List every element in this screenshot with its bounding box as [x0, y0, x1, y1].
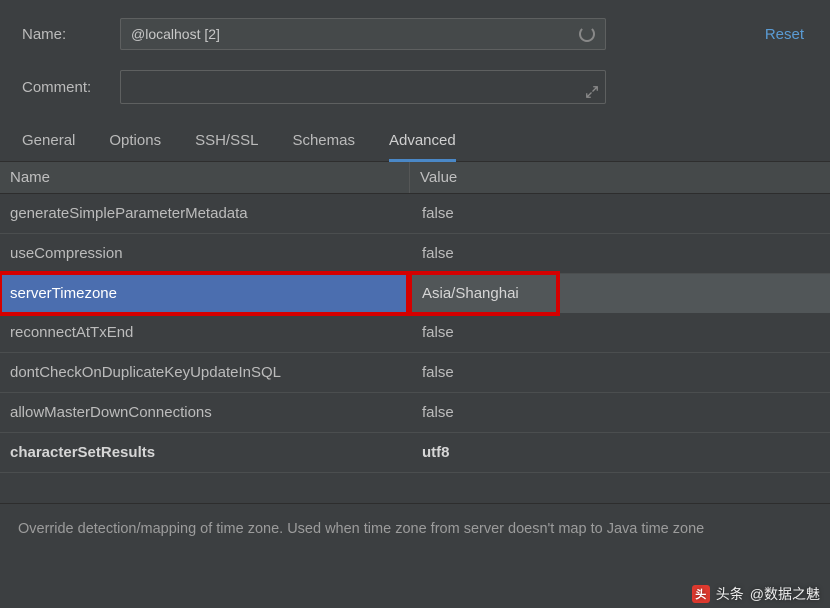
property-value[interactable]: false	[410, 393, 830, 432]
name-input[interactable]: @localhost [2]	[120, 18, 606, 50]
table-empty-space	[0, 473, 830, 503]
tabs-bar: General Options SSH/SSL Schemas Advanced	[0, 124, 830, 162]
property-name: serverTimezone	[0, 274, 410, 313]
help-description: Override detection/mapping of time zone.…	[0, 503, 830, 554]
property-value[interactable]: false	[410, 313, 830, 352]
comment-input[interactable]	[120, 70, 606, 104]
table-row[interactable]: reconnectAtTxEndfalse	[0, 313, 830, 353]
property-value[interactable]: false	[410, 234, 830, 273]
table-row[interactable]: generateSimpleParameterMetadatafalse	[0, 194, 830, 234]
tab-general[interactable]: General	[22, 124, 75, 161]
property-value[interactable]: false	[410, 353, 830, 392]
property-name: characterSetResults	[0, 433, 410, 472]
property-name: useCompression	[0, 234, 410, 273]
reset-link[interactable]: Reset	[765, 26, 808, 43]
tab-options[interactable]: Options	[109, 124, 161, 161]
properties-table: Name Value generateSimpleParameterMetada…	[0, 162, 830, 503]
table-row[interactable]: useCompressionfalse	[0, 234, 830, 274]
loading-spinner-icon	[579, 26, 595, 42]
watermark: 头 头条 @数据之魅	[692, 584, 820, 604]
property-name: allowMasterDownConnections	[0, 393, 410, 432]
tab-schemas[interactable]: Schemas	[292, 124, 355, 161]
name-label: Name:	[22, 26, 120, 43]
table-row[interactable]: characterSetResultsutf8	[0, 433, 830, 473]
column-header-value[interactable]: Value	[410, 162, 830, 193]
table-row[interactable]: allowMasterDownConnectionsfalse	[0, 393, 830, 433]
property-name: reconnectAtTxEnd	[0, 313, 410, 352]
property-value[interactable]: false	[410, 194, 830, 233]
property-value[interactable]: Asia/Shanghai	[410, 274, 830, 313]
watermark-handle: @数据之魅	[750, 584, 820, 604]
table-row[interactable]: dontCheckOnDuplicateKeyUpdateInSQLfalse	[0, 353, 830, 393]
toutiao-logo-icon: 头	[692, 585, 710, 603]
comment-label: Comment:	[22, 79, 120, 96]
expand-icon	[585, 85, 599, 99]
tab-advanced[interactable]: Advanced	[389, 124, 456, 162]
table-header: Name Value	[0, 162, 830, 194]
table-row[interactable]: serverTimezoneAsia/Shanghai	[0, 274, 830, 313]
column-header-name[interactable]: Name	[0, 162, 410, 193]
property-name: generateSimpleParameterMetadata	[0, 194, 410, 233]
property-value[interactable]: utf8	[410, 433, 830, 472]
watermark-prefix: 头条	[716, 584, 744, 604]
tab-sshssl[interactable]: SSH/SSL	[195, 124, 258, 161]
name-input-value: @localhost [2]	[131, 26, 220, 42]
property-name: dontCheckOnDuplicateKeyUpdateInSQL	[0, 353, 410, 392]
